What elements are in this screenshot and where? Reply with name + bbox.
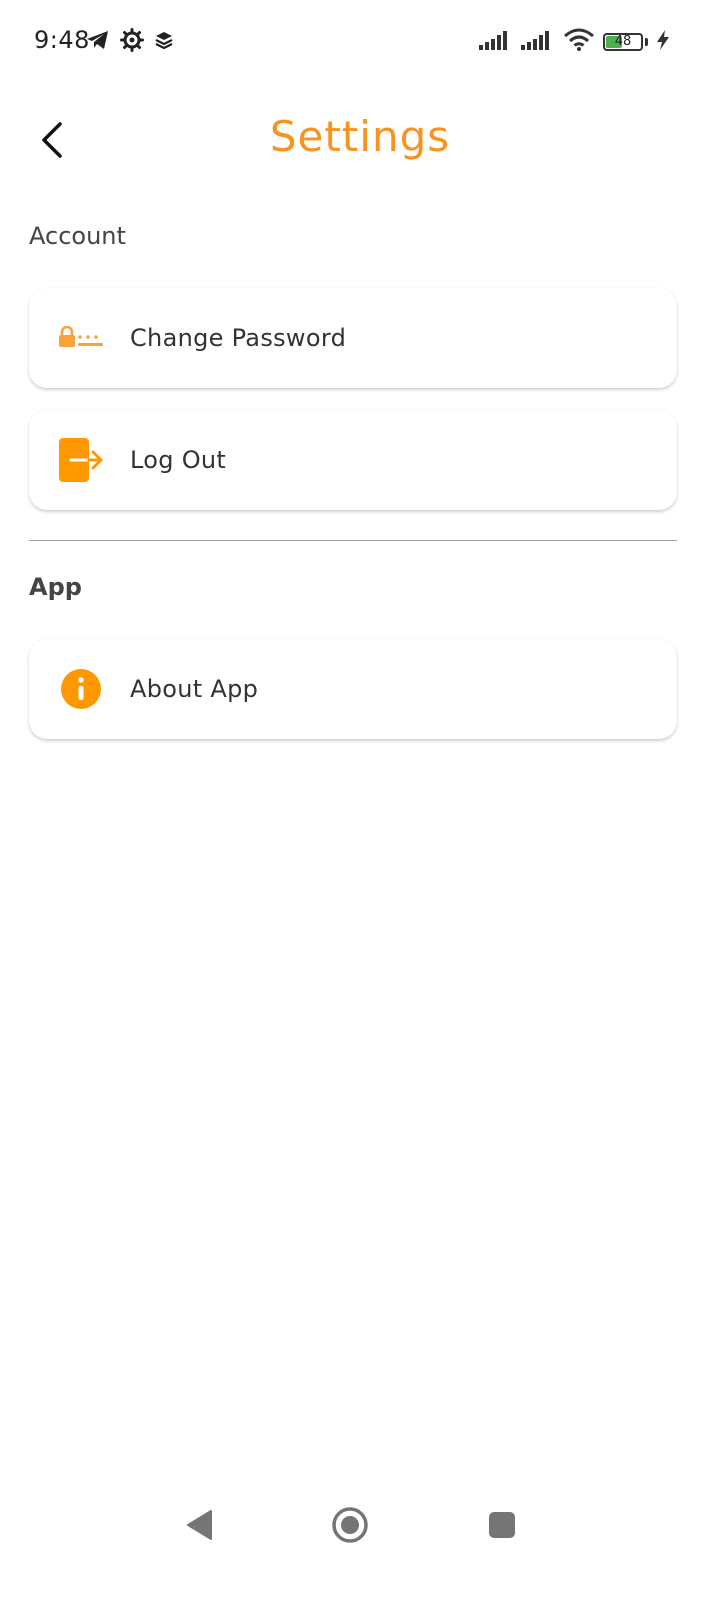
section-divider (29, 540, 677, 541)
about-app-label: About App (130, 675, 259, 703)
change-password-item[interactable]: Change Password (29, 288, 677, 388)
change-password-label: Change Password (130, 324, 347, 352)
nav-recents-button[interactable] (472, 1490, 532, 1560)
status-time: 9:48 (34, 26, 90, 54)
charging-icon (656, 29, 670, 55)
nav-home-button[interactable] (320, 1490, 380, 1560)
section-label-account: Account (29, 222, 126, 250)
log-out-item[interactable]: Log Out (29, 410, 677, 510)
status-right-icons: 48 (479, 28, 670, 56)
battery-cap (645, 38, 648, 46)
status-bar: 9:48 48 (0, 0, 720, 80)
page-title: Settings (269, 112, 451, 161)
password-lock-icon (56, 313, 106, 363)
nav-back-button[interactable] (170, 1490, 230, 1560)
log-out-label: Log Out (130, 446, 227, 474)
logout-icon (56, 435, 106, 485)
nav-recents-icon (489, 1512, 515, 1538)
section-label-app: App (29, 573, 82, 601)
status-left-icons (86, 28, 174, 56)
settings-gear-icon (120, 28, 144, 56)
info-icon (56, 664, 106, 714)
layers-icon (154, 30, 174, 54)
nav-back-icon (187, 1510, 212, 1540)
header: Settings (0, 100, 720, 180)
wifi-icon (563, 28, 595, 56)
telegram-icon (86, 29, 110, 55)
signal-icon (479, 30, 513, 54)
signal-icon (521, 30, 555, 54)
about-app-item[interactable]: About App (29, 639, 677, 739)
battery-level: 48 (614, 34, 632, 49)
battery-icon: 48 (603, 33, 643, 51)
nav-home-icon (332, 1507, 368, 1543)
system-nav-bar (0, 1490, 720, 1560)
